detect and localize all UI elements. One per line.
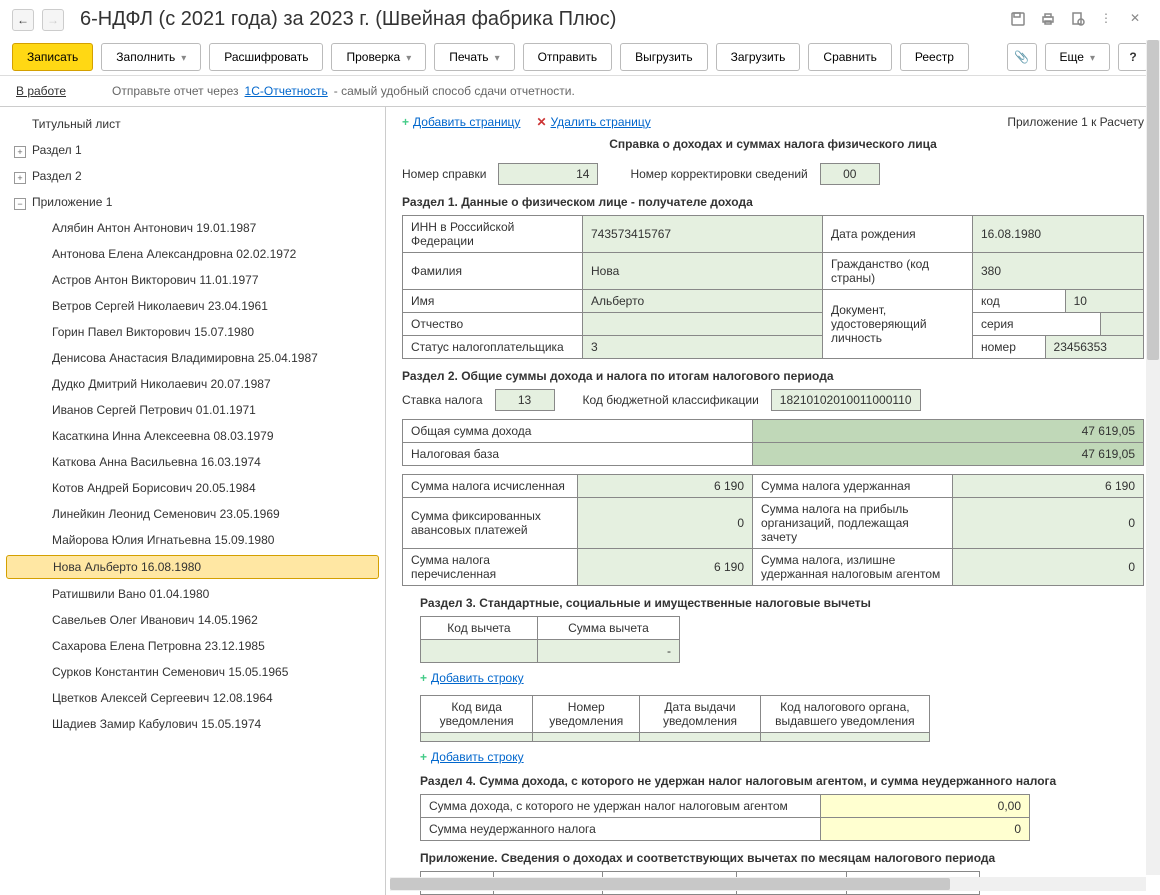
tree-person[interactable]: Астров Антон Викторович 11.01.1977 — [0, 267, 385, 293]
content-area: +Добавить страницу ✕Удалить страницу При… — [386, 107, 1160, 895]
tree-person[interactable]: Цветков Алексей Сергеевич 12.08.1964 — [0, 685, 385, 711]
appendix-header: Приложение. Сведения о доходах и соответ… — [420, 851, 1144, 865]
corr-num-label: Номер корректировки сведений — [630, 167, 807, 181]
window-title: 6-НДФЛ (с 2021 года) за 2023 г. (Швейная… — [80, 8, 1002, 31]
tree-person[interactable]: Денисова Анастасия Владимировна 25.04.19… — [0, 345, 385, 371]
kbk-field[interactable]: 18210102010011000110 — [771, 389, 921, 411]
delete-page-button[interactable]: ✕Удалить страницу — [536, 115, 650, 129]
check-button[interactable]: Проверка — [331, 43, 426, 71]
section4-header: Раздел 4. Сумма дохода, с которого не уд… — [420, 774, 1144, 788]
decrypt-button[interactable]: Расшифровать — [209, 43, 323, 71]
status-text2: - самый удобный способ сдачи отчетности. — [334, 84, 575, 98]
section2-header: Раздел 2. Общие суммы дохода и налога по… — [402, 369, 1144, 383]
arrow-left-icon: ← — [17, 13, 29, 27]
help-button[interactable]: ? — [1118, 43, 1148, 71]
tree-person[interactable]: Дудко Дмитрий Николаевич 20.07.1987 — [0, 371, 385, 397]
unwithheld-table: Сумма дохода, с которого не удержан нало… — [420, 794, 1030, 841]
tree-person[interactable]: Иванов Сергей Петрович 01.01.1971 — [0, 397, 385, 423]
tree-person[interactable]: Сурков Константин Семенович 15.05.1965 — [0, 659, 385, 685]
horizontal-scrollbar[interactable] — [390, 877, 1146, 891]
page-number: Приложение 1 к Расчету — [1007, 115, 1144, 129]
add-row-button-1[interactable]: +Добавить строку — [420, 671, 1144, 685]
save-icon[interactable] — [1010, 11, 1028, 29]
status-link[interactable]: 1С-Отчетность — [245, 84, 328, 98]
plus-icon: + — [402, 115, 409, 129]
x-icon: ✕ — [536, 115, 546, 129]
add-row-button-2[interactable]: +Добавить строку — [420, 750, 1144, 764]
tree-person[interactable]: Котов Андрей Борисович 20.05.1984 — [0, 475, 385, 501]
cert-num-field[interactable]: 14 — [498, 163, 598, 185]
status-label[interactable]: В работе — [16, 84, 66, 98]
plus-icon: + — [420, 750, 427, 764]
attach-button[interactable]: 📎 — [1007, 43, 1037, 71]
tree-person[interactable]: Горин Павел Викторович 15.07.1980 — [0, 319, 385, 345]
tree-person[interactable]: Алябин Антон Антонович 19.01.1987 — [0, 215, 385, 241]
tree-person[interactable]: Савельев Олег Иванович 14.05.1962 — [0, 607, 385, 633]
import-button[interactable]: Загрузить — [716, 43, 801, 71]
nav-back-button[interactable]: ← — [12, 9, 34, 31]
print-button[interactable]: Печать — [434, 43, 514, 71]
save-button[interactable]: Записать — [12, 43, 93, 71]
tree-view[interactable]: Титульный лист Раздел 1 Раздел 2 Приложе… — [0, 107, 386, 895]
person-table: ИНН в Российской Федерации743573415767Да… — [402, 215, 1144, 359]
rate-field[interactable]: 13 — [495, 389, 555, 411]
paperclip-icon: 📎 — [1014, 50, 1029, 64]
tree-person[interactable]: Майорова Юлия Игнатьевна 15.09.1980 — [0, 527, 385, 553]
tree-person[interactable]: Ветров Сергей Николаевич 23.04.1961 — [0, 293, 385, 319]
close-icon[interactable]: ✕ — [1130, 11, 1148, 29]
tree-person[interactable]: Нова Альберто 16.08.1980 — [6, 555, 379, 579]
plus-icon: + — [420, 671, 427, 685]
corr-num-field[interactable]: 00 — [820, 163, 880, 185]
send-button[interactable]: Отправить — [523, 43, 613, 71]
form-subtitle: Справка о доходах и суммах налога физиче… — [402, 137, 1144, 151]
tree-section1[interactable]: Раздел 1 — [0, 137, 385, 163]
section1-header: Раздел 1. Данные о физическом лице - пол… — [402, 195, 1144, 209]
more-icon[interactable]: ⋮ — [1100, 11, 1118, 29]
tree-person[interactable]: Касаткина Инна Алексеевна 08.03.1979 — [0, 423, 385, 449]
compare-button[interactable]: Сравнить — [808, 43, 891, 71]
deduction-table: Код вычетаСумма вычета - — [420, 616, 680, 663]
tree-section2[interactable]: Раздел 2 — [0, 163, 385, 189]
export-button[interactable]: Выгрузить — [620, 43, 708, 71]
tax-table2: Сумма налога исчисленная6 190Сумма налог… — [402, 474, 1144, 586]
more-button[interactable]: Еще — [1045, 43, 1110, 71]
section3-header: Раздел 3. Стандартные, социальные и имущ… — [420, 596, 1144, 610]
preview-icon[interactable] — [1070, 11, 1088, 29]
nav-forward-button[interactable]: → — [42, 9, 64, 31]
tree-person[interactable]: Шадиев Замир Кабулович 15.05.1974 — [0, 711, 385, 737]
tree-person[interactable]: Сахарова Елена Петровна 23.12.1985 — [0, 633, 385, 659]
tree-app1[interactable]: Приложение 1 — [0, 189, 385, 215]
print-icon[interactable] — [1040, 11, 1058, 29]
tree-person[interactable]: Антонова Елена Александровна 02.02.1972 — [0, 241, 385, 267]
registry-button[interactable]: Реестр — [900, 43, 969, 71]
tax-table: Общая сумма дохода47 619,05 Налоговая ба… — [402, 419, 1144, 466]
notice-table: Код вида уведомленияНомер уведомленияДат… — [420, 695, 930, 742]
tree-person[interactable]: Линейкин Леонид Семенович 23.05.1969 — [0, 501, 385, 527]
cert-num-label: Номер справки — [402, 167, 486, 181]
vertical-scrollbar[interactable] — [1146, 40, 1160, 875]
add-page-button[interactable]: +Добавить страницу — [402, 115, 520, 129]
status-text1: Отправьте отчет через — [112, 84, 239, 98]
fill-button[interactable]: Заполнить — [101, 43, 201, 71]
tree-title-page[interactable]: Титульный лист — [0, 111, 385, 137]
arrow-right-icon: → — [47, 13, 59, 27]
tree-person[interactable]: Каткова Анна Васильевна 16.03.1974 — [0, 449, 385, 475]
tree-person[interactable]: Ратишвили Вано 01.04.1980 — [0, 581, 385, 607]
